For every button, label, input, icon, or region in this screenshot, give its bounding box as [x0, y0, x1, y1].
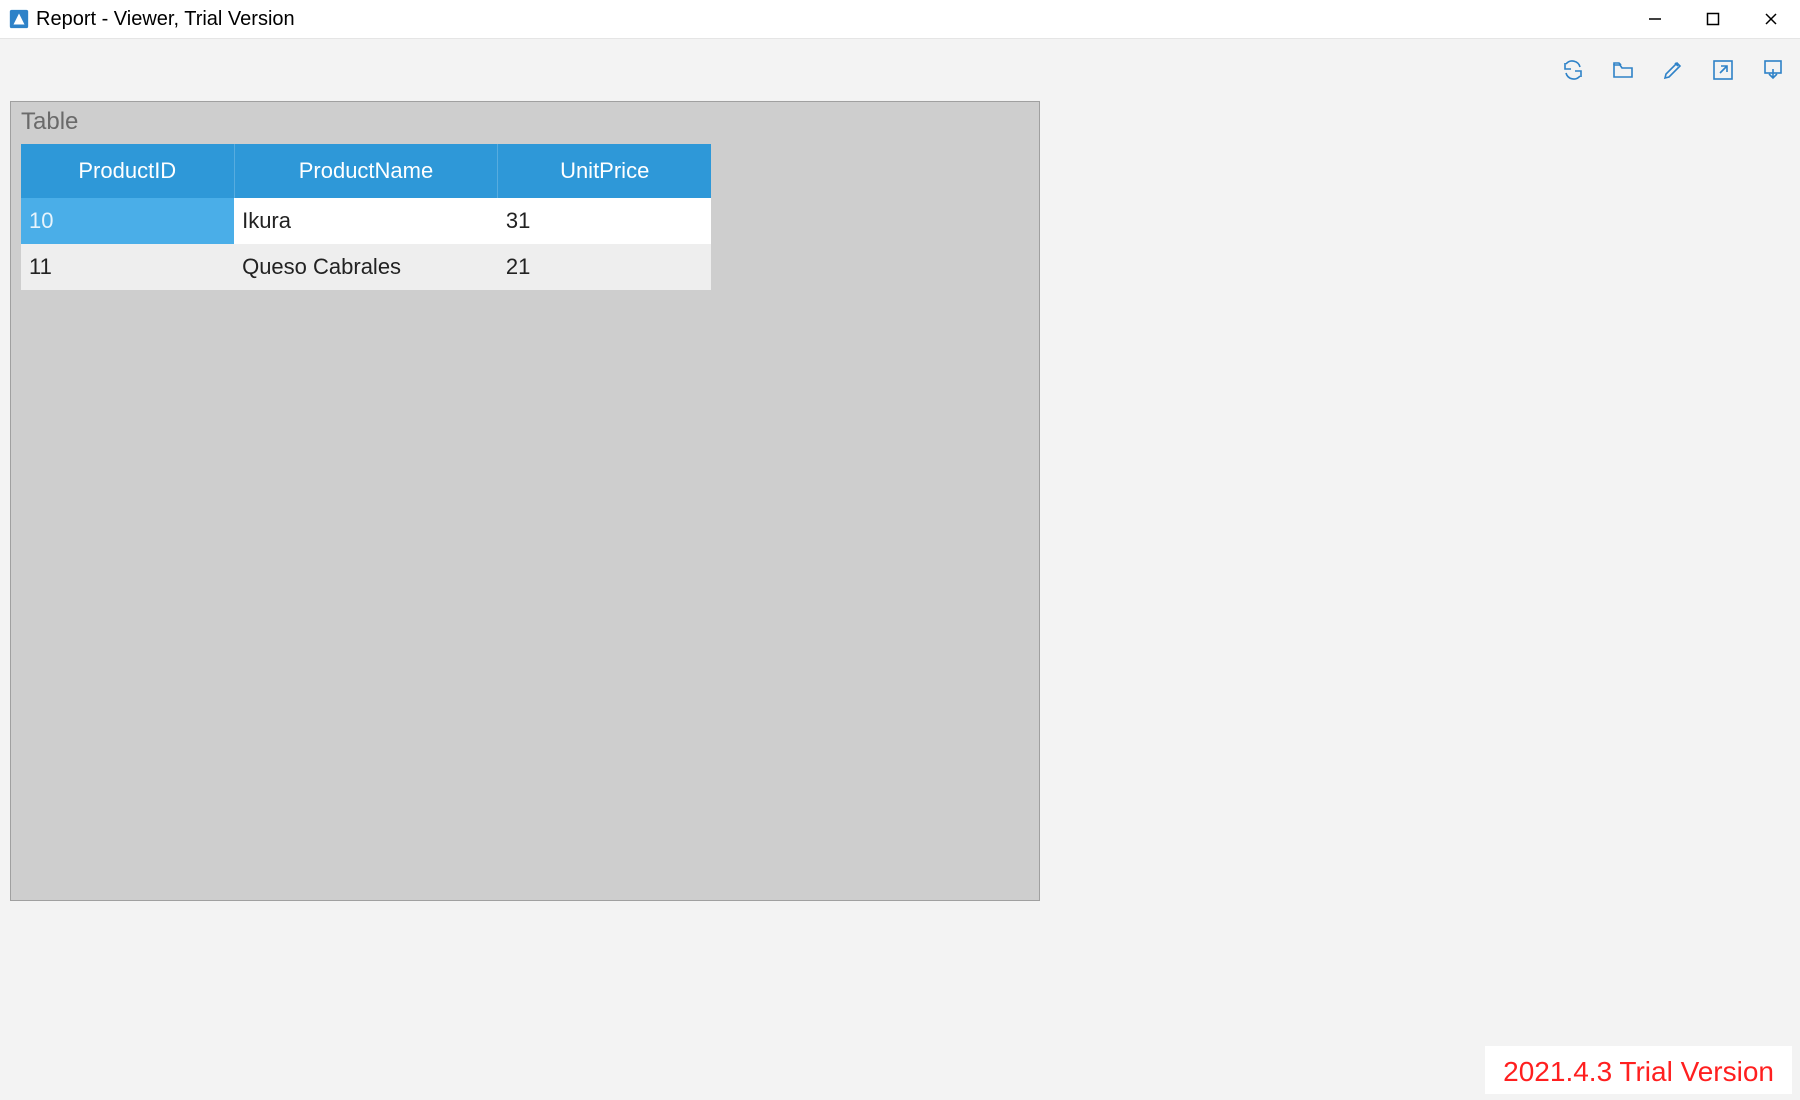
table-row[interactable]: 10 Ikura 31 — [21, 198, 711, 244]
workspace: Table ProductID ProductName UnitPrice 10… — [0, 38, 1800, 1100]
export-icon[interactable] — [1710, 57, 1736, 83]
open-icon[interactable] — [1610, 57, 1636, 83]
cell-productname: Ikura — [234, 198, 498, 244]
title-bar: Report - Viewer, Trial Version — [0, 0, 1800, 38]
refresh-icon[interactable] — [1560, 57, 1586, 83]
app-window: Report - Viewer, Trial Version — [0, 0, 1800, 1100]
cell-productid: 10 — [21, 198, 234, 244]
window-title: Report - Viewer, Trial Version — [36, 8, 295, 31]
report-panel: Table ProductID ProductName UnitPrice 10… — [10, 101, 1040, 901]
table-header-row: ProductID ProductName UnitPrice — [21, 144, 711, 198]
download-icon[interactable] — [1760, 57, 1786, 83]
cell-unitprice: 31 — [498, 198, 711, 244]
data-table: ProductID ProductName UnitPrice 10 Ikura… — [21, 144, 711, 290]
panel-title: Table — [11, 102, 1039, 144]
toolbar — [1560, 57, 1786, 83]
maximize-button[interactable] — [1684, 0, 1742, 38]
app-icon — [8, 8, 30, 30]
table-body: 10 Ikura 31 11 Queso Cabrales 21 — [21, 198, 711, 290]
window-controls — [1626, 0, 1800, 38]
cell-productname: Queso Cabrales — [234, 244, 498, 290]
edit-icon[interactable] — [1660, 57, 1686, 83]
column-header-unitprice[interactable]: UnitPrice — [498, 144, 711, 198]
table-row[interactable]: 11 Queso Cabrales 21 — [21, 244, 711, 290]
minimize-button[interactable] — [1626, 0, 1684, 38]
close-button[interactable] — [1742, 0, 1800, 38]
column-header-productname[interactable]: ProductName — [234, 144, 498, 198]
cell-unitprice: 21 — [498, 244, 711, 290]
cell-productid: 11 — [21, 244, 234, 290]
column-header-productid[interactable]: ProductID — [21, 144, 234, 198]
trial-watermark: 2021.4.3 Trial Version — [1485, 1046, 1792, 1094]
